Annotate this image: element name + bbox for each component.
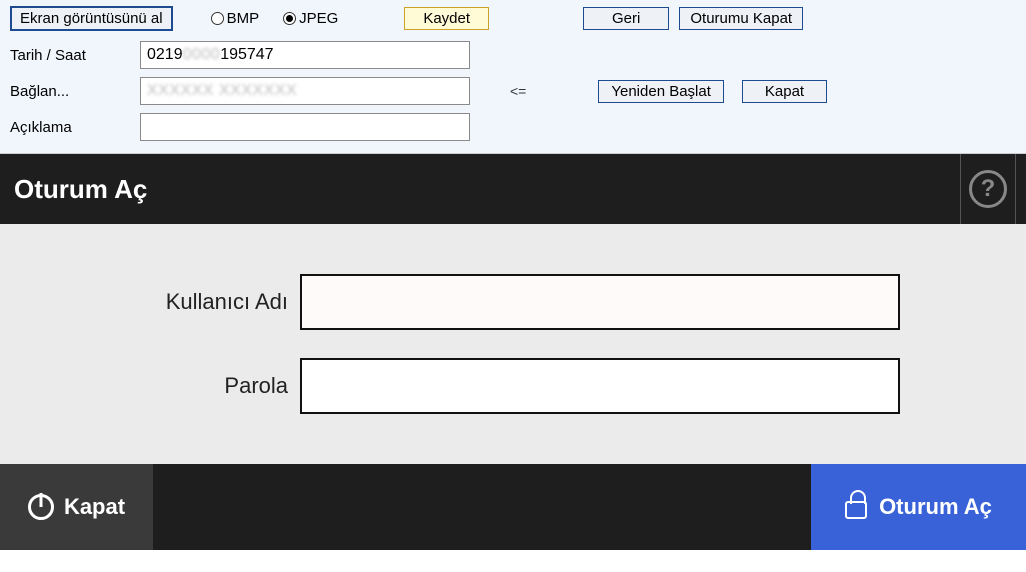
connect-row: Bağlan... XXXXXX XXXXXXX <= Yeniden Başl… [10,77,1016,105]
format-bmp-radio[interactable]: BMP [211,10,260,27]
close-conn-button[interactable]: Kapat [742,80,827,103]
bottom-spacer [153,464,811,550]
radio-icon-selected [283,12,296,25]
datetime-redacted: 0000 [183,46,221,64]
password-input[interactable] [300,358,900,414]
toolbar-row: Ekran görüntüsünü al BMP JPEG Kaydet Ger… [10,6,1016,31]
description-label: Açıklama [10,119,140,136]
description-row: Açıklama [10,113,1016,141]
format-bmp-label: BMP [227,10,260,27]
lock-icon [845,501,867,519]
username-label: Kullanıcı Adı [150,289,300,315]
login-header: Oturum Aç ? [0,154,1026,224]
description-input[interactable] [140,113,470,141]
password-row: Parola [0,358,1026,414]
connect-redacted: XXXXXX XXXXXXX [147,82,297,100]
login-button[interactable]: Oturum Aç [811,464,1026,550]
username-row: Kullanıcı Adı [0,274,1026,330]
save-button[interactable]: Kaydet [404,7,489,30]
restart-button[interactable]: Yeniden Başlat [598,80,724,103]
datetime-prefix: 0219 [147,46,183,64]
radio-icon [211,12,224,25]
datetime-suffix: 195747 [220,46,273,64]
connect-input[interactable]: XXXXXX XXXXXXX [140,77,470,105]
format-jpeg-label: JPEG [299,10,338,27]
login-body: Kullanıcı Adı Parola [0,224,1026,464]
screenshot-button[interactable]: Ekran görüntüsünü al [10,6,173,31]
power-icon [28,494,54,520]
logout-button[interactable]: Oturumu Kapat [679,7,803,30]
top-panel: Ekran görüntüsünü al BMP JPEG Kaydet Ger… [0,0,1026,154]
datetime-label: Tarih / Saat [10,47,140,64]
format-jpeg-radio[interactable]: JPEG [283,10,338,27]
close-app-button[interactable]: Kapat [0,464,153,550]
datetime-row: Tarih / Saat 0219 0000 195747 [10,41,1016,69]
password-label: Parola [150,373,300,399]
help-icon: ? [969,170,1007,208]
bottom-bar: Kapat Oturum Aç [0,464,1026,550]
divider [1015,154,1016,224]
username-input[interactable] [300,274,900,330]
login-button-label: Oturum Aç [879,494,992,520]
header-right: ? [960,154,1026,224]
login-title: Oturum Aç [14,174,147,205]
datetime-input[interactable]: 0219 0000 195747 [140,41,470,69]
close-app-label: Kapat [64,494,125,520]
back-button[interactable]: Geri [583,7,669,30]
connect-label: Bağlan... [10,83,140,100]
help-button[interactable]: ? [961,154,1015,224]
arrow-icon: <= [510,83,526,99]
